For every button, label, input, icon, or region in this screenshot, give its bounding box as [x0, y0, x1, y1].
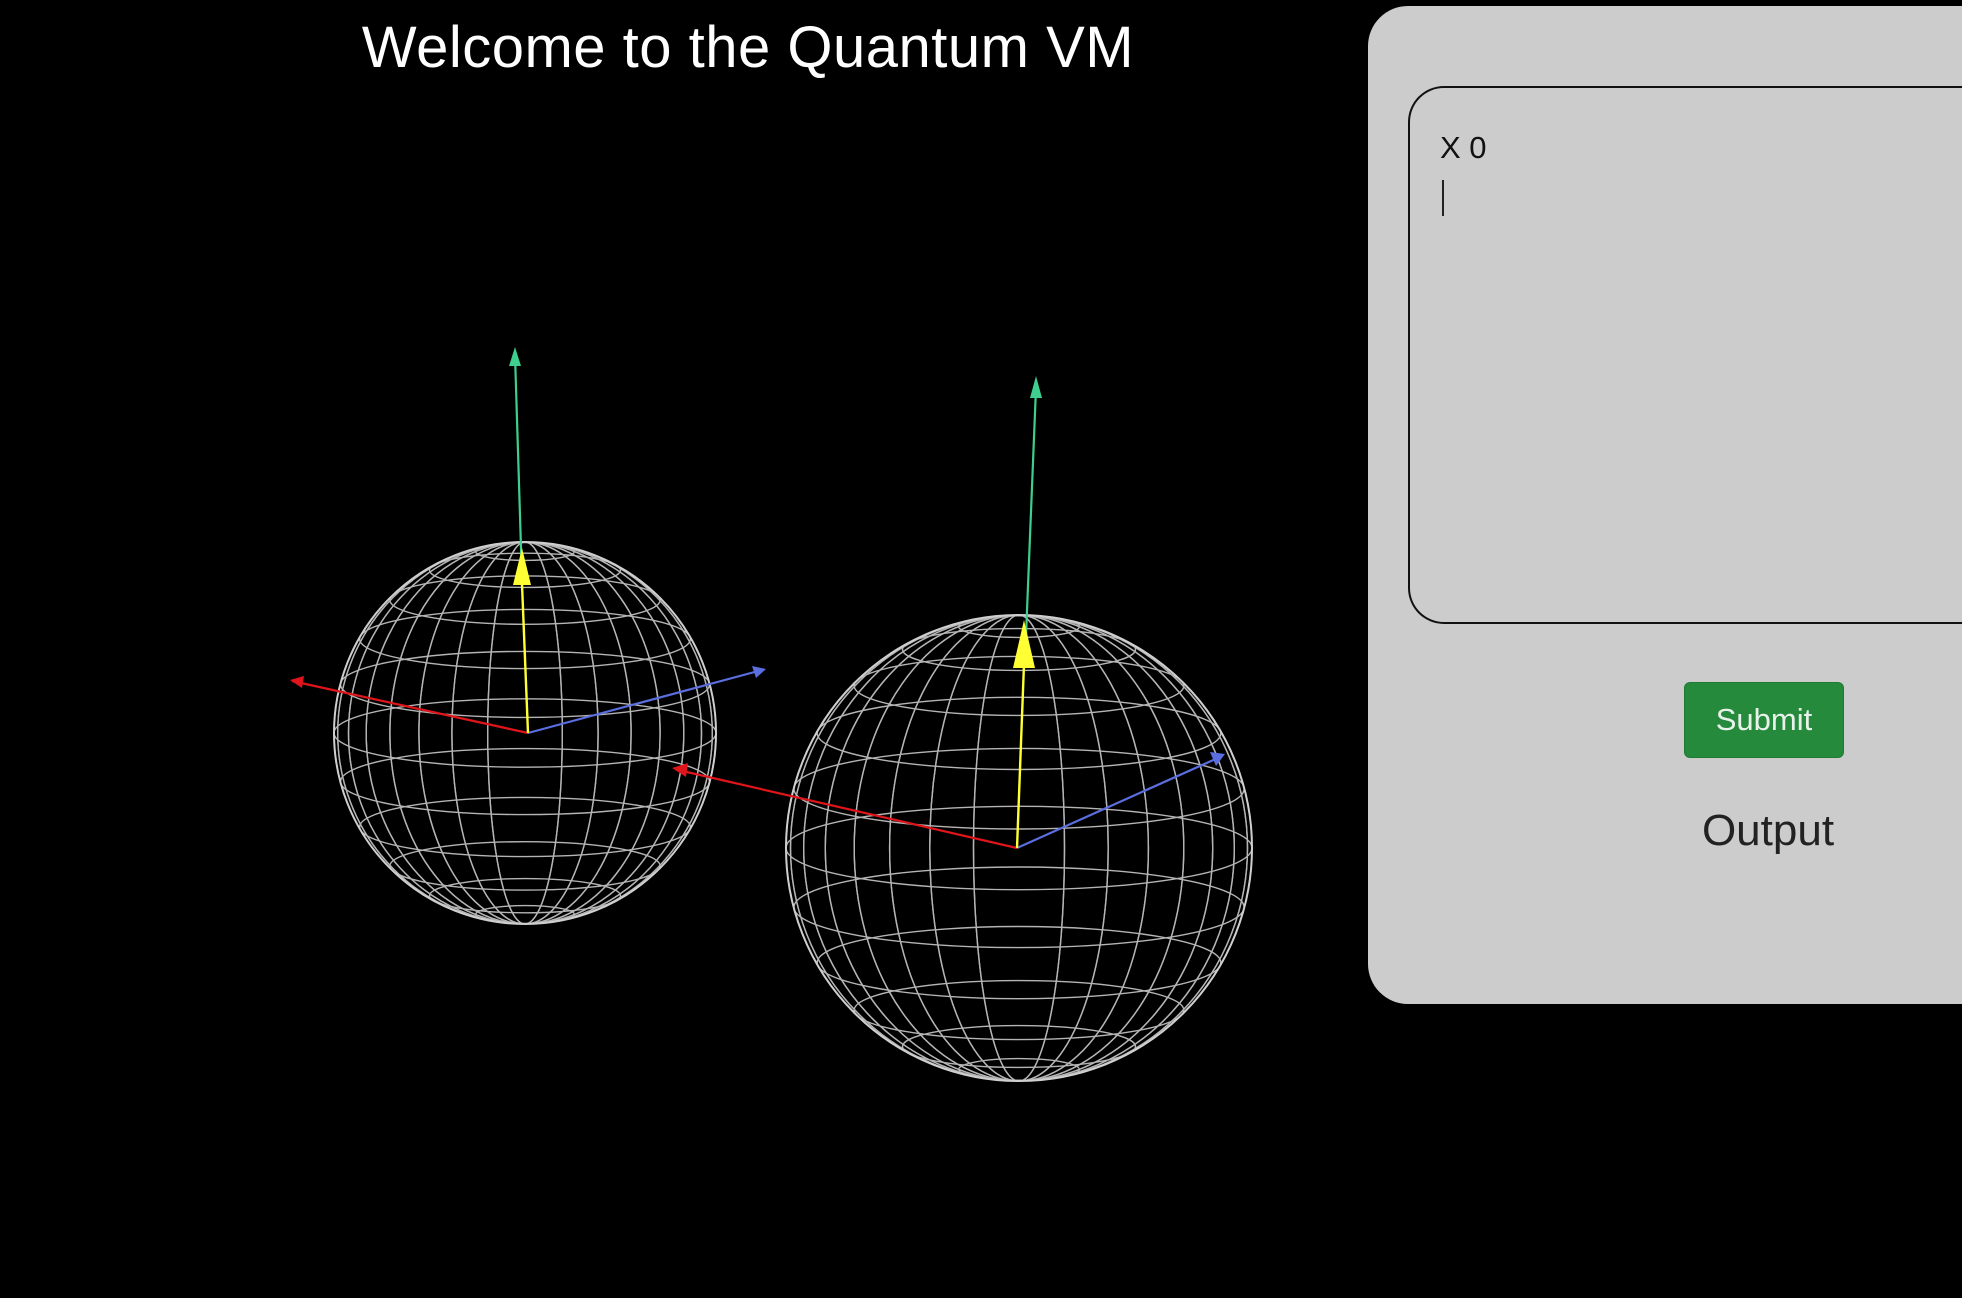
sphere-1-state-vector — [520, 583, 530, 734]
output-heading: Output — [1701, 806, 1835, 855]
sphere-1-y-arrow-icon — [509, 347, 521, 366]
control-panel: X 0 Submit Output — [1368, 6, 1962, 1004]
sphere-2-state-arrow-icon — [1013, 620, 1035, 668]
submit-button[interactable]: Submit — [1684, 682, 1844, 758]
sphere-2-x-axis — [677, 768, 1018, 850]
sphere-1-axes — [290, 347, 766, 735]
code-editor[interactable]: X 0 — [1408, 86, 1962, 624]
sphere-2-y-arrow-icon — [1030, 376, 1042, 398]
code-editor-text[interactable]: X 0 — [1440, 126, 1487, 170]
sphere-1-x-axis — [291, 679, 529, 735]
quantum-vm-app: Welcome to the Quantum VM X 0 Submit Out… — [0, 0, 1962, 1298]
text-caret — [1442, 180, 1444, 216]
sphere-2-z-arrow-icon — [1210, 752, 1225, 766]
page-title: Welcome to the Quantum VM — [361, 15, 1135, 80]
bloch-sphere-scene[interactable] — [0, 0, 1360, 1298]
sphere-2-z-axis — [1016, 755, 1221, 850]
sphere-2-state-vector — [1015, 663, 1026, 849]
sphere-1-z-arrow-icon — [752, 666, 766, 678]
sphere-1-z-axis — [527, 668, 763, 735]
